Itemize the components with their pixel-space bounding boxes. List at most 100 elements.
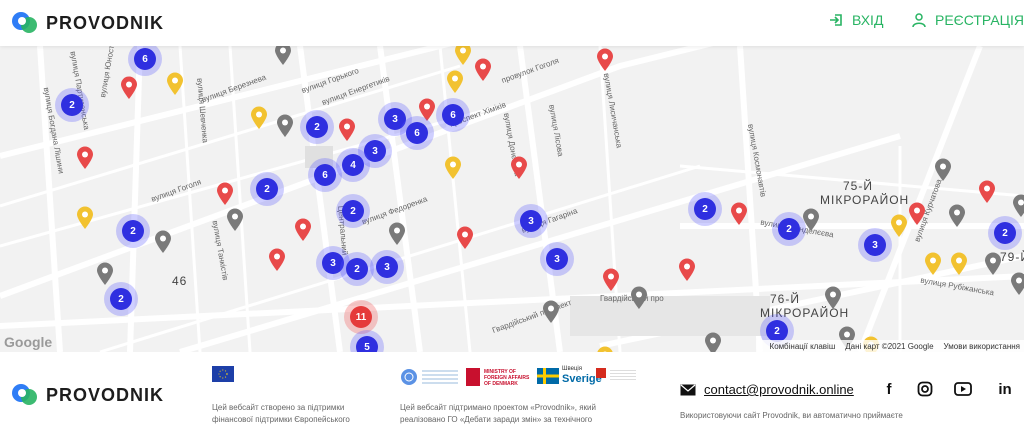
map-cluster-marker[interactable]: 6: [436, 98, 470, 132]
map-pin-gray-icon[interactable]: [154, 230, 172, 254]
map-cluster-marker[interactable]: 2: [104, 282, 138, 316]
map-cluster-marker[interactable]: 2: [250, 172, 284, 206]
map-pin-red-icon[interactable]: [456, 226, 474, 250]
map-cluster-marker[interactable]: 2: [988, 216, 1022, 250]
map-pin-red-icon[interactable]: [510, 156, 528, 180]
map-pin-yellow-icon[interactable]: [890, 214, 908, 238]
google-logo: Google: [4, 334, 53, 350]
map-pin-gray-icon[interactable]: [984, 252, 1002, 276]
brand-name: PROVODNIK: [46, 12, 165, 33]
contact-email-link[interactable]: contact@provodnik.online: [704, 382, 854, 397]
cluster-count: 2: [122, 220, 144, 242]
logo-mark-icon: [10, 10, 40, 36]
map-data-label: Дані карт ©2021 Google: [845, 341, 934, 351]
contact-email: contact@provodnik.online: [680, 382, 854, 397]
map-cluster-marker[interactable]: 2: [772, 212, 806, 246]
register-button[interactable]: РЕЄСТРАЦІЯ: [911, 12, 1024, 28]
cluster-count: 3: [376, 256, 398, 278]
map-pin-red-icon[interactable]: [602, 268, 620, 292]
terms-disclaimer: Використовуючи сайт Provodnik, ви автома…: [680, 411, 903, 420]
map-pin-red-icon[interactable]: [76, 146, 94, 170]
map-pin-red-icon[interactable]: [596, 48, 614, 72]
district-label: МІКРОРАЙОН: [820, 193, 910, 207]
brand-logo[interactable]: PROVODNIK: [10, 10, 164, 36]
cluster-count: 2: [61, 94, 83, 116]
map-cluster-marker[interactable]: 6: [308, 158, 342, 192]
cluster-count: 2: [346, 258, 368, 280]
map-pin-yellow-icon[interactable]: [446, 70, 464, 94]
map-pin-red-icon[interactable]: [338, 118, 356, 142]
cluster-count: 3: [546, 248, 568, 270]
instagram-icon[interactable]: [916, 380, 934, 398]
map-pin-yellow-icon[interactable]: [444, 156, 462, 180]
cluster-count: 5: [356, 336, 378, 352]
page-footer: PROVODNIK Цей вебсайт створено за підтри…: [0, 352, 1024, 430]
login-button[interactable]: ВХІД: [828, 12, 883, 28]
map-cluster-marker[interactable]: 2: [340, 252, 374, 286]
login-label: ВХІД: [852, 12, 884, 28]
footer-brand-logo[interactable]: PROVODNIK: [10, 382, 164, 408]
map-pin-red-icon[interactable]: [730, 202, 748, 226]
map-pin-red-icon[interactable]: [908, 202, 926, 226]
map-pin-red-icon[interactable]: [474, 58, 492, 82]
sponsor-support-text: Цей вебсайт підтримано проектом «Provodn…: [400, 403, 596, 424]
map-cluster-marker[interactable]: 3: [858, 228, 892, 262]
map-cluster-marker[interactable]: 3: [370, 250, 404, 284]
cluster-count: 3: [520, 210, 542, 232]
map-pin-yellow-icon[interactable]: [950, 252, 968, 276]
district-label: 76-Й: [770, 292, 800, 306]
map-cluster-marker[interactable]: 2: [55, 88, 89, 122]
login-icon: [830, 14, 842, 26]
map-pin-gray-icon[interactable]: [388, 222, 406, 246]
map-pin-gray-icon[interactable]: [630, 286, 648, 310]
map-pin-red-icon[interactable]: [216, 182, 234, 206]
map-cluster-marker[interactable]: 11: [344, 300, 378, 334]
linkedin-icon[interactable]: in: [996, 380, 1014, 398]
cluster-count: 2: [994, 222, 1016, 244]
map-pin-yellow-icon[interactable]: [454, 46, 472, 66]
map-pin-yellow-icon[interactable]: [924, 252, 942, 276]
map-pin-gray-icon[interactable]: [948, 204, 966, 228]
map-cluster-marker[interactable]: 3: [514, 204, 548, 238]
map-pin-gray-icon[interactable]: [704, 332, 722, 352]
map-attribution: Комбінації клавіш Дані карт ©2021 Google…: [755, 340, 1024, 352]
map-pin-gray-icon[interactable]: [226, 208, 244, 232]
map-cluster-marker[interactable]: 3: [540, 242, 574, 276]
map-pin-gray-icon[interactable]: [934, 158, 952, 182]
cluster-count: 6: [442, 104, 464, 126]
map-pin-red-icon[interactable]: [978, 180, 996, 204]
map-pin-red-icon[interactable]: [268, 248, 286, 272]
cluster-count: 6: [314, 164, 336, 186]
denmark-mfa-logo: MINISTRY OF FOREIGN AFFAIRS OF DENMARK: [484, 369, 530, 387]
map-pin-gray-icon[interactable]: [1010, 272, 1024, 296]
map-cluster-marker[interactable]: 2: [688, 192, 722, 226]
footer-brand-name: PROVODNIK: [46, 384, 165, 405]
map-pin-yellow-icon[interactable]: [166, 72, 184, 96]
cluster-count: 2: [110, 288, 132, 310]
facebook-icon[interactable]: f: [880, 380, 898, 398]
map-cluster-marker[interactable]: 6: [400, 116, 434, 150]
map-pin-gray-icon[interactable]: [542, 300, 560, 324]
register-label: РЕЄСТРАЦІЯ: [935, 12, 1024, 28]
map-pin-gray-icon[interactable]: [824, 286, 842, 310]
map-cluster-marker[interactable]: 2: [300, 110, 334, 144]
map-pin-red-icon[interactable]: [678, 258, 696, 282]
map-pin-gray-icon[interactable]: [276, 114, 294, 138]
map-pin-yellow-icon[interactable]: [250, 106, 268, 130]
cluster-count: 6: [134, 48, 156, 70]
youtube-icon[interactable]: [954, 380, 972, 398]
map-pin-red-icon[interactable]: [294, 218, 312, 242]
map-cluster-marker[interactable]: 2: [116, 214, 150, 248]
map-pin-red-icon[interactable]: [120, 76, 138, 100]
map-pin-gray-icon[interactable]: [274, 46, 292, 66]
keyboard-shortcuts-link[interactable]: Комбінації клавіш: [770, 342, 836, 351]
map-pin-yellow-icon[interactable]: [76, 206, 94, 230]
map-pin-gray-icon[interactable]: [1012, 194, 1024, 218]
denmark-crest-icon: [466, 368, 480, 386]
cluster-count: 6: [406, 122, 428, 144]
map-pin-gray-icon[interactable]: [96, 262, 114, 286]
map-cluster-marker[interactable]: 2: [336, 194, 370, 228]
map-view[interactable]: вулиця Горького вулиця Юності вулиця Пар…: [0, 46, 1024, 352]
cluster-count: 2: [778, 218, 800, 240]
terms-of-use-link[interactable]: Умови використання: [944, 342, 1020, 351]
